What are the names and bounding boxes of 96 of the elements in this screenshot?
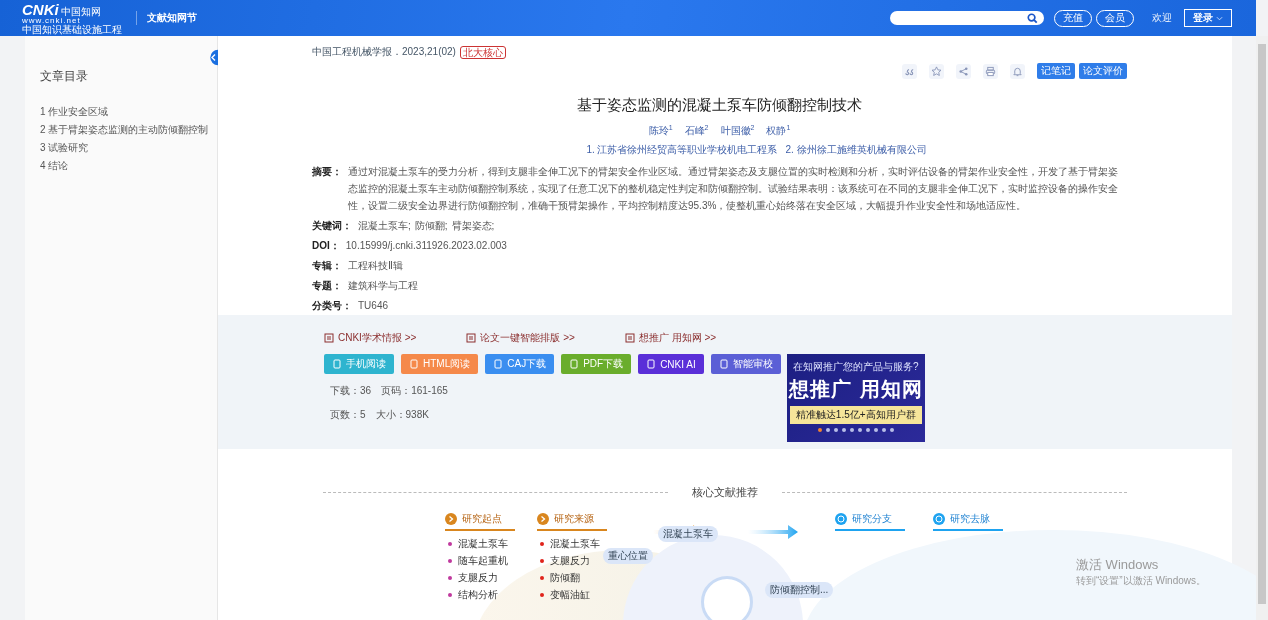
field-label: 分类号： xyxy=(312,299,352,314)
search-field[interactable] xyxy=(890,11,1044,25)
service-link[interactable]: 想推广 用知网 >> xyxy=(624,331,717,346)
arrow-drawing xyxy=(748,525,798,539)
logo-wordmark[interactable]: CNKi xyxy=(22,1,59,17)
carousel-dot[interactable] xyxy=(833,428,838,433)
field-label: 专辑： xyxy=(312,259,342,274)
field-value: 工程科技Ⅱ辑 xyxy=(348,259,403,274)
reference-link[interactable]: 混凝土泵车 xyxy=(458,536,508,551)
share-icon[interactable] xyxy=(956,63,971,79)
carousel-dot[interactable] xyxy=(881,428,886,433)
logo-tagline: 中国知识基础设施工程 xyxy=(22,24,122,35)
topic-bubble[interactable]: 混凝土泵车 xyxy=(658,526,718,542)
carousel-dot[interactable] xyxy=(865,428,870,433)
outline-link[interactable]: 3 试验研究 xyxy=(40,139,217,157)
column-heading[interactable]: 研究去脉 xyxy=(933,512,1003,531)
carousel-dot[interactable] xyxy=(873,428,878,433)
article-action-button[interactable]: 记笔记 xyxy=(1037,63,1075,79)
quote-icon[interactable] xyxy=(902,63,917,79)
document-icon xyxy=(409,359,419,370)
carousel-dot[interactable] xyxy=(857,428,862,433)
document-icon xyxy=(624,333,635,344)
section-heading: 核心文献推荐 xyxy=(692,485,758,500)
search-icon[interactable] xyxy=(1027,12,1038,24)
reference-link[interactable]: 支腿反力 xyxy=(458,570,498,585)
document-icon xyxy=(466,333,477,344)
carousel-dot[interactable] xyxy=(849,428,854,433)
affiliation-link[interactable]: 1. 江苏省徐州经贸高等职业学校机电工程系 xyxy=(586,143,778,158)
activation-notice-title: 激活 Windows xyxy=(1076,556,1160,574)
document-icon xyxy=(324,333,334,344)
journal-source[interactable]: 中国工程机械学报．2023,21(02) xyxy=(312,45,456,59)
stat-text: 页数：5 xyxy=(330,408,366,423)
carousel-dot[interactable] xyxy=(841,428,846,433)
sidebar-title: 文章目录 xyxy=(40,68,89,85)
scrollbar[interactable] xyxy=(1256,36,1268,620)
column-heading[interactable]: 研究来源 xyxy=(537,512,607,531)
section-title: 文献知网节 xyxy=(136,11,197,25)
keyword-link[interactable]: 防倾翻; xyxy=(414,217,448,235)
author-link[interactable]: 陈玲$^{1}$ xyxy=(648,124,673,139)
star-icon[interactable] xyxy=(929,63,944,79)
author-link[interactable]: 叶国徽$^{2}$ xyxy=(720,124,755,139)
reference-link[interactable]: 结构分析 xyxy=(458,587,498,602)
carousel-dot[interactable] xyxy=(817,428,822,433)
field-label: DOI： xyxy=(312,239,340,254)
keyword-link[interactable]: 臂架姿态; xyxy=(451,217,495,235)
field-label: 摘要： xyxy=(312,165,342,180)
affiliation-link[interactable]: 2. 徐州徐工施维英机械有限公司 xyxy=(785,143,927,158)
document-icon xyxy=(332,359,342,370)
download-button[interactable]: 智能审校 xyxy=(710,354,781,375)
column-heading[interactable]: 研究起点 xyxy=(445,512,515,531)
field-value: 10.15999/j.cnki.311926.2023.02.003 xyxy=(345,239,507,254)
document-icon xyxy=(718,359,729,370)
topic-bubble[interactable]: 重心位置 xyxy=(603,548,653,564)
field-value: TU646 xyxy=(358,299,388,314)
ad-tagline: 在知网推广您的产品与服务? xyxy=(792,360,919,375)
logo-chinese-name: 中国知网 xyxy=(60,6,101,17)
reference-link[interactable]: 变幅油缸 xyxy=(550,587,590,602)
author-link[interactable]: 权静$^{1}$ xyxy=(766,124,791,139)
reference-link[interactable]: 支腿反力 xyxy=(550,553,590,568)
carousel-dot[interactable] xyxy=(889,428,894,433)
login-button[interactable]: 登录 xyxy=(1184,9,1232,27)
field-value: 通过对混凝土泵车的受力分析，得到支腿非全伸工况下的臂架安全作业区域。通过臂架姿态及支腿位置的实时检测和分析，实时评估设备的臂架作业安全性，开发了基于臂架姿态监控的混凝土泵车主动防倾翻控制系统，实现了任意工况下的整机稳定性判定和防倾翻控制。试验结果表明：该系统可在不同的支腿非全伸工况下，实时监控设备的操作安全性，设置二级安全边界进行防倾翻控制，准确干预臂架操作，平均控制精度达95.3%，使整机重心始终落在安全区域，大幅提升作业安全性和场地适应性。 xyxy=(348,165,1119,214)
article-action-button[interactable]: 论文评价 xyxy=(1079,63,1127,79)
download-button[interactable]: CNKI AI xyxy=(638,354,704,375)
document-icon xyxy=(646,359,657,370)
outline-link[interactable]: 2 基于臂架姿态监测的主动防倾翻控制 xyxy=(40,121,217,139)
document-icon xyxy=(569,359,580,370)
service-link[interactable]: CNKI学术情报 >> xyxy=(324,331,417,346)
reference-link[interactable]: 随车起重机 xyxy=(458,553,508,568)
carousel-dot[interactable] xyxy=(825,428,830,433)
field-label: 专题： xyxy=(312,279,342,294)
ad-banner[interactable]: 在知网推广您的产品与服务? 想推广 用知网 精准触达1.5亿+高知用户群 xyxy=(786,354,925,443)
ad-headline: 想推广 用知网 xyxy=(788,376,923,404)
stat-text: 下载：36 xyxy=(330,384,372,399)
reference-link[interactable]: 防倾翻 xyxy=(550,570,580,585)
topic-bubble[interactable]: 防倾翻控制... xyxy=(765,582,834,598)
ad-ribbon: 精准触达1.5亿+高知用户群 xyxy=(789,406,922,425)
logo-url: www.cnki.net xyxy=(22,16,82,25)
column-heading[interactable]: 研究分支 xyxy=(835,512,905,531)
core-journal-badge: 北大核心 xyxy=(459,45,506,59)
caret-icon xyxy=(1216,16,1223,21)
outline-link[interactable]: 1 作业安全区域 xyxy=(40,103,217,121)
field-value: 建筑科学与工程 xyxy=(348,279,418,294)
scrollbar-thumb[interactable] xyxy=(1258,44,1266,604)
stat-text: 大小：938K xyxy=(375,408,429,423)
article-title: 基于姿态监测的混凝土泵车防倾翻控制技术 xyxy=(576,96,863,115)
stat-text: 页码：161-165 xyxy=(381,384,448,399)
field-label: 关键词： xyxy=(312,219,352,234)
author-link[interactable]: 石峰$^{2}$ xyxy=(684,124,709,139)
reference-link[interactable]: 混凝土泵车 xyxy=(550,536,600,551)
activation-notice-text: 转到“设置”以激活 Windows。 xyxy=(1076,574,1206,588)
keyword-link[interactable]: 混凝土泵车; xyxy=(358,217,411,235)
document-icon xyxy=(493,359,504,370)
welcome-text: 欢迎 xyxy=(1152,11,1172,25)
outline-link[interactable]: 4 结论 xyxy=(40,157,217,175)
service-link[interactable]: 论文一键智能排版 >> xyxy=(466,331,575,346)
